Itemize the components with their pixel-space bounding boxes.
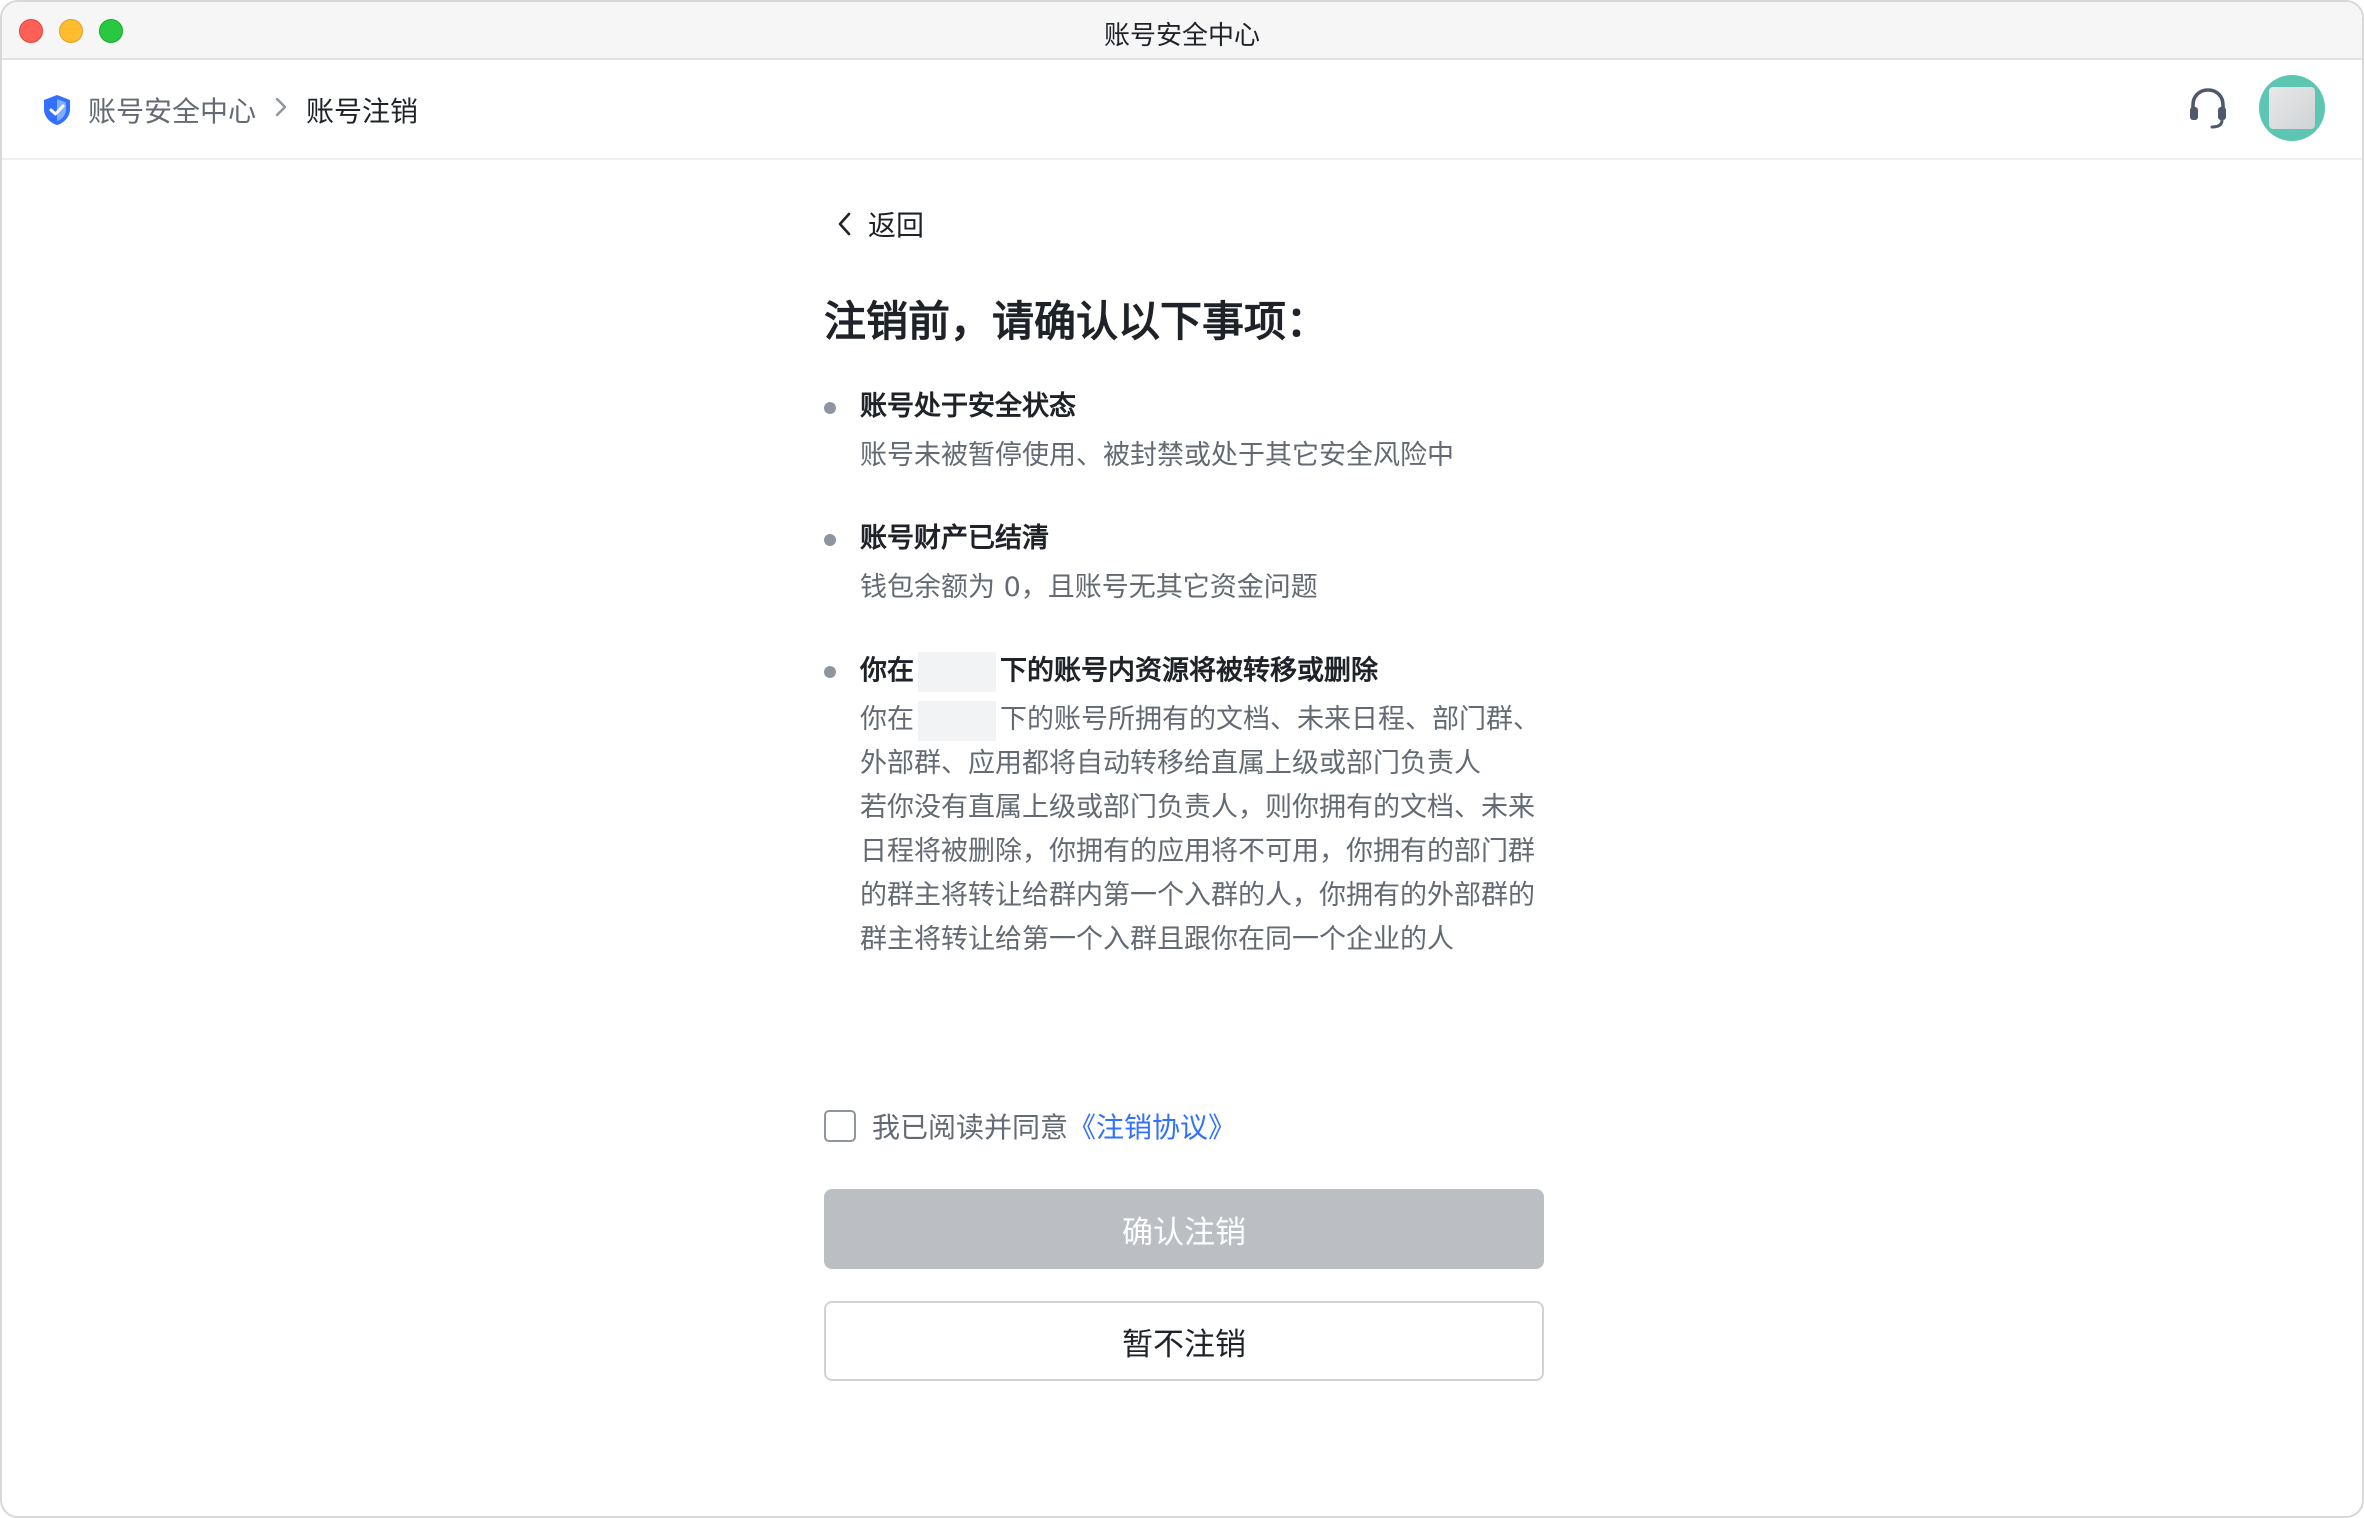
item-title-prefix: 你在 bbox=[860, 655, 914, 687]
cancel-deactivate-button[interactable]: 暂不注销 bbox=[824, 1301, 1544, 1381]
headset-icon[interactable] bbox=[2188, 86, 2228, 132]
window-title: 账号安全中心 bbox=[1103, 21, 1260, 51]
agree-text: 我已阅读并同意 bbox=[872, 1111, 1069, 1144]
bullet-dot bbox=[824, 666, 836, 678]
chevron-right-icon bbox=[274, 95, 288, 125]
item-description-part-1: 你在 下的账号所拥有的文档、未来日程、部门群、外部群、应用都将自动转移给直属上级或… bbox=[860, 698, 1544, 786]
item-description-part-2: 若你没有直属上级或部门负责人，则你拥有的文档、未来日程将被删除，你拥有的应用将不… bbox=[860, 792, 1535, 955]
redacted-org-name bbox=[918, 652, 996, 692]
item-description: 账号未被暂停使用、被封禁或处于其它安全风险中 bbox=[860, 440, 1454, 471]
chevron-left-icon bbox=[834, 209, 856, 239]
item-description: 钱包余额为 0，且账号无其它资金问题 bbox=[860, 572, 1318, 603]
breadcrumb-current: 账号注销 bbox=[306, 95, 419, 128]
page-title: 注销前，请确认以下事项： bbox=[824, 297, 1329, 346]
avatar[interactable] bbox=[2259, 75, 2325, 141]
redacted-org-name bbox=[918, 700, 996, 741]
item-description: 你在 下的账号所拥有的文档、未来日程、部门群、外部群、应用都将自动转移给直属上级或… bbox=[860, 698, 1544, 962]
back-button[interactable]: 返回 bbox=[834, 204, 924, 244]
avatar-image bbox=[2269, 87, 2315, 129]
page-header: 账号安全中心 账号注销 bbox=[2, 60, 2362, 160]
agreement-link[interactable]: 《注销协议》 bbox=[1068, 1106, 1236, 1146]
confirm-deactivate-button[interactable]: 确认注销 bbox=[824, 1189, 1544, 1269]
item-title: 账号处于安全状态 bbox=[860, 391, 1076, 422]
bullet-dot bbox=[824, 402, 836, 414]
breadcrumb-parent-link[interactable]: 账号安全中心 bbox=[88, 90, 256, 130]
item-title-suffix: 下的账号内资源将被转移或删除 bbox=[1000, 655, 1378, 687]
agreement-row: 我已阅读并同意 《注销协议》 bbox=[824, 1106, 1236, 1146]
desc-prefix: 你在 bbox=[860, 704, 914, 735]
title-bar: 账号安全中心 bbox=[2, 2, 2362, 60]
item-title: 账号财产已结清 bbox=[860, 523, 1049, 554]
item-title: 你在 下的账号内资源将被转移或删除 bbox=[860, 652, 1378, 692]
shield-icon bbox=[40, 93, 74, 127]
agree-checkbox[interactable] bbox=[824, 1110, 856, 1142]
breadcrumb: 账号安全中心 账号注销 bbox=[40, 90, 418, 130]
app-window: 账号安全中心 账号安全中心 账号注销 返回 注销前，请确认以下事项： 账号处于安… bbox=[0, 0, 2364, 1518]
back-label: 返回 bbox=[868, 209, 925, 242]
bullet-dot bbox=[824, 534, 836, 546]
